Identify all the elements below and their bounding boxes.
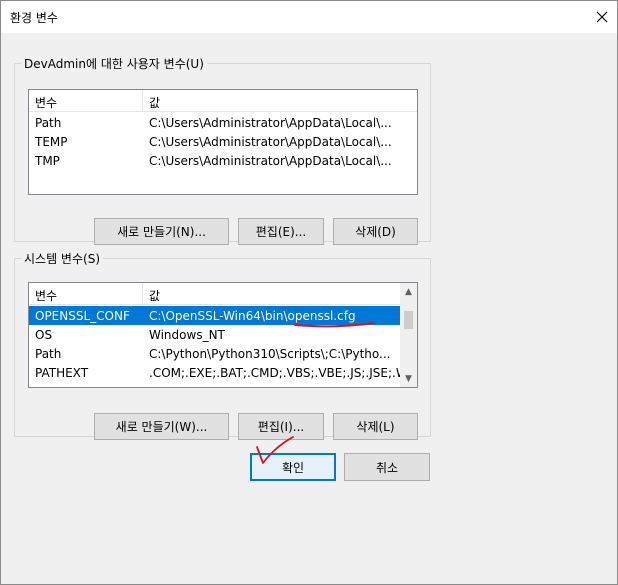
variable-value: Windows_NT bbox=[149, 327, 225, 342]
variable-value: C:\Users\Administrator\AppData\Local\... bbox=[149, 115, 392, 130]
variable-name: TEMP bbox=[35, 134, 68, 149]
list-header: 변수 값 bbox=[29, 283, 417, 305]
list-item-selected[interactable]: OPENSSL_CONF C:\OpenSSL-Win64\bin\openss… bbox=[29, 306, 401, 325]
window-title: 환경 변수 bbox=[10, 11, 58, 25]
title-bar: 환경 변수 bbox=[1, 1, 617, 33]
system-new-button[interactable]: 새로 만들기(W)... bbox=[94, 413, 229, 440]
variable-value: C:\OpenSSL-Win64\bin\openssl.cfg bbox=[149, 308, 356, 323]
user-variables-list[interactable]: 변수 값 Path C:\Users\Administrator\AppData… bbox=[28, 89, 418, 195]
variable-value: C:\Users\Administrator\AppData\Local\... bbox=[149, 134, 392, 149]
variable-name: Path bbox=[35, 115, 62, 130]
list-item[interactable]: OS Windows_NT bbox=[29, 325, 401, 344]
system-delete-button[interactable]: 삭제(L) bbox=[333, 413, 418, 440]
variable-value: C:\Users\Administrator\AppData\Local\... bbox=[149, 153, 392, 168]
user-new-button[interactable]: 새로 만들기(N)... bbox=[94, 218, 229, 245]
cancel-button[interactable]: 취소 bbox=[344, 453, 430, 481]
scrollbar-thumb[interactable] bbox=[404, 311, 413, 329]
column-header-value[interactable]: 값 bbox=[143, 90, 166, 111]
close-button[interactable] bbox=[587, 1, 617, 33]
scroll-down-icon[interactable]: ▼ bbox=[400, 370, 417, 387]
close-icon bbox=[596, 11, 608, 23]
list-item[interactable]: Path C:\Python\Python310\Scripts\;C:\Pyt… bbox=[29, 344, 401, 363]
user-edit-button[interactable]: 편집(E)... bbox=[238, 218, 324, 245]
ok-button[interactable]: 확인 bbox=[250, 453, 336, 481]
vertical-scrollbar[interactable]: ▲ ▼ bbox=[400, 283, 417, 387]
system-variables-group: 시스템 변수(S) 변수 값 OPENSSL_CONF C:\OpenSSL-W… bbox=[14, 250, 431, 440]
environment-variables-dialog: 환경 변수 DevAdmin에 대한 사용자 변수(U) 변수 값 Path C… bbox=[0, 0, 618, 585]
variable-name: PATHEXT bbox=[35, 365, 89, 380]
list-item[interactable]: Path C:\Users\Administrator\AppData\Loca… bbox=[29, 113, 401, 132]
user-delete-button[interactable]: 삭제(D) bbox=[333, 218, 418, 245]
column-header-value[interactable]: 값 bbox=[143, 283, 166, 304]
variable-name: TMP bbox=[35, 153, 60, 168]
system-variables-legend: 시스템 변수(S) bbox=[24, 252, 100, 266]
user-variables-group: DevAdmin에 대한 사용자 변수(U) 변수 값 Path C:\User… bbox=[14, 55, 431, 245]
system-edit-button[interactable]: 편집(I)... bbox=[238, 413, 324, 440]
variable-value: C:\Python\Python310\Scripts\;C:\Pytho... bbox=[149, 346, 391, 361]
variable-name: Path bbox=[35, 346, 62, 361]
list-item[interactable]: TMP C:\Users\Administrator\AppData\Local… bbox=[29, 151, 401, 170]
column-header-variable[interactable]: 변수 bbox=[29, 90, 143, 111]
variable-name: OS bbox=[35, 327, 53, 342]
system-variables-list[interactable]: 변수 값 OPENSSL_CONF C:\OpenSSL-Win64\bin\o… bbox=[28, 282, 418, 388]
list-header: 변수 값 bbox=[29, 90, 417, 112]
scroll-up-icon[interactable]: ▲ bbox=[400, 283, 417, 300]
list-item[interactable]: PATHEXT .COM;.EXE;.BAT;.CMD;.VBS;.VBE;.J… bbox=[29, 363, 401, 382]
list-item[interactable]: TEMP C:\Users\Administrator\AppData\Loca… bbox=[29, 132, 401, 151]
variable-value: .COM;.EXE;.BAT;.CMD;.VBS;.VBE;.JS;.JSE;.… bbox=[149, 365, 401, 380]
column-header-variable[interactable]: 변수 bbox=[29, 283, 143, 304]
variable-name: OPENSSL_CONF bbox=[35, 308, 130, 323]
user-variables-legend: DevAdmin에 대한 사용자 변수(U) bbox=[24, 57, 204, 71]
